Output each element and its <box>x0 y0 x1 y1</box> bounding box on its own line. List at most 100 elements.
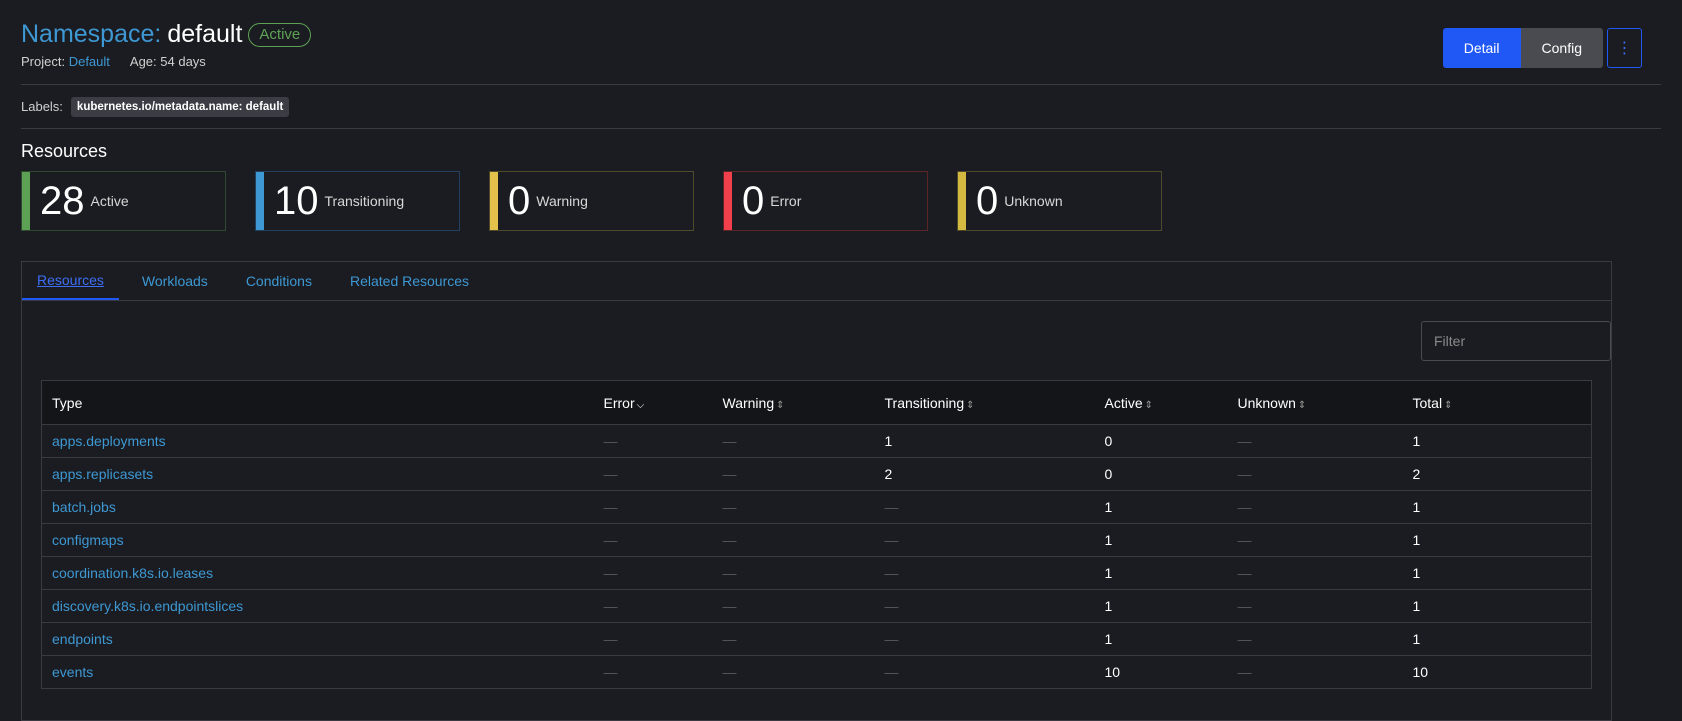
table-row: apps.replicasets — — 2 0 — 2 <box>41 457 1592 491</box>
card-unknown: 0 Unknown <box>957 171 1162 231</box>
cell-type-link[interactable]: configmaps <box>41 523 594 557</box>
cell-warning: — <box>712 622 875 656</box>
card-color-bar <box>256 172 264 230</box>
cell-type-link[interactable]: apps.deployments <box>41 424 594 458</box>
cell-total: 2 <box>1402 457 1592 491</box>
project-link[interactable]: Default <box>69 54 110 69</box>
more-actions-button[interactable]: ⋮ <box>1607 28 1642 68</box>
sort-icon: ⇕ <box>1297 399 1307 411</box>
table-row: batch.jobs — — — 1 — 1 <box>41 490 1592 524</box>
cell-unknown: — <box>1227 589 1403 623</box>
cell-unknown: — <box>1227 523 1403 557</box>
card-warning: 0 Warning <box>489 171 694 231</box>
card-transitioning: 10 Transitioning <box>255 171 460 231</box>
cell-type-link[interactable]: apps.replicasets <box>41 457 594 491</box>
config-button[interactable]: Config <box>1520 28 1603 68</box>
column-header-transitioning[interactable]: Transitioning ⇕ <box>874 380 1095 425</box>
cell-transitioning: — <box>874 490 1095 524</box>
detail-button[interactable]: Detail <box>1442 28 1521 68</box>
cell-error: — <box>593 523 713 557</box>
table-header-row: Type Error ⌵ Warning ⇕ Transitioning ⇕ Acti… <box>41 380 1592 425</box>
cell-warning: — <box>712 523 875 557</box>
cell-active: 0 <box>1094 424 1228 458</box>
card-label: Transitioning <box>324 193 405 209</box>
cell-active: 1 <box>1094 556 1228 590</box>
cell-active: 1 <box>1094 490 1228 524</box>
sort-desc-icon: ⌵ <box>636 399 645 411</box>
cell-unknown: — <box>1227 556 1403 590</box>
cell-warning: — <box>712 556 875 590</box>
tab-workloads[interactable]: Workloads <box>127 262 223 300</box>
cell-type-link[interactable]: discovery.k8s.io.endpointslices <box>41 589 594 623</box>
cell-type-link[interactable]: batch.jobs <box>41 490 594 524</box>
column-header-total[interactable]: Total ⇕ <box>1402 380 1592 425</box>
column-header-unknown[interactable]: Unknown ⇕ <box>1227 380 1403 425</box>
cell-transitioning: — <box>874 655 1095 689</box>
cell-transitioning: — <box>874 523 1095 557</box>
column-header-active[interactable]: Active ⇕ <box>1094 380 1228 425</box>
page-header: Namespace: default Active Project: Defau… <box>21 0 1661 85</box>
card-count: 0 <box>742 179 765 223</box>
table-row: endpoints — — — 1 — 1 <box>41 622 1592 656</box>
cell-active: 10 <box>1094 655 1228 689</box>
cell-warning: — <box>712 490 875 524</box>
card-count: 0 <box>508 179 531 223</box>
resource-meta: Project: Default Age: 54 days <box>21 54 206 69</box>
cell-total: 1 <box>1402 490 1592 524</box>
card-color-bar <box>490 172 498 230</box>
card-color-bar <box>958 172 966 230</box>
project-label: Project: <box>21 54 66 69</box>
column-header-error[interactable]: Error ⌵ <box>593 380 713 425</box>
cell-unknown: — <box>1227 490 1403 524</box>
cell-total: 10 <box>1402 655 1592 689</box>
filter-input[interactable] <box>1421 321 1611 361</box>
card-label: Error <box>770 193 802 209</box>
header-actions: Detail Config ⋮ <box>1442 28 1642 68</box>
sort-icon: ⇕ <box>1444 399 1453 411</box>
cell-transitioning: — <box>874 622 1095 656</box>
cell-type-link[interactable]: events <box>41 655 594 689</box>
table-row: events — — — 10 — 10 <box>41 655 1592 689</box>
card-count: 10 <box>274 179 319 223</box>
table-row: apps.deployments — — 1 0 — 1 <box>41 424 1592 458</box>
cell-error: — <box>593 490 713 524</box>
tab-resources[interactable]: Resources <box>22 262 119 300</box>
column-header-type[interactable]: Type <box>41 380 594 425</box>
cell-type-link[interactable]: endpoints <box>41 622 594 656</box>
cell-unknown: — <box>1227 424 1403 458</box>
cell-unknown: — <box>1227 655 1403 689</box>
table-row: discovery.k8s.io.endpointslices — — — 1 … <box>41 589 1592 623</box>
cell-warning: — <box>712 457 875 491</box>
tab-related-resources[interactable]: Related Resources <box>335 262 484 300</box>
cell-warning: — <box>712 424 875 458</box>
card-label: Active <box>90 193 129 209</box>
cell-error: — <box>593 589 713 623</box>
view-mode-toggle: Detail Config <box>1442 28 1603 68</box>
page-title: Namespace: default Active <box>21 20 312 49</box>
card-count: 28 <box>40 179 85 223</box>
card-label: Unknown <box>1004 193 1063 209</box>
cell-type-link[interactable]: coordination.k8s.io.leases <box>41 556 594 590</box>
cell-transitioning: 2 <box>874 457 1095 491</box>
labels-row: Labels: kubernetes.io/metadata.name: def… <box>21 85 1661 129</box>
title-resource-name: default <box>167 20 243 48</box>
status-badge: Active <box>248 22 312 47</box>
cell-warning: — <box>712 655 875 689</box>
tabs-panel: Resources Workloads Conditions Related R… <box>21 261 1612 721</box>
cell-active: 0 <box>1094 457 1228 491</box>
cell-total: 1 <box>1402 523 1592 557</box>
column-header-warning[interactable]: Warning ⇕ <box>712 380 875 425</box>
cell-error: — <box>593 655 713 689</box>
tab-bar: Resources Workloads Conditions Related R… <box>22 262 1611 301</box>
sort-icon: ⇕ <box>776 399 785 411</box>
sort-icon: ⇕ <box>966 399 975 411</box>
table-row: configmaps — — — 1 — 1 <box>41 523 1592 557</box>
age-info: Age: 54 days <box>129 54 206 69</box>
cell-unknown: — <box>1227 622 1403 656</box>
cell-warning: — <box>712 589 875 623</box>
tab-conditions[interactable]: Conditions <box>231 262 327 300</box>
cell-transitioning: 1 <box>874 424 1095 458</box>
cell-error: — <box>593 622 713 656</box>
cell-error: — <box>593 424 713 458</box>
resources-table: Type Error ⌵ Warning ⇕ Transitioning ⇕ Acti… <box>41 380 1592 689</box>
